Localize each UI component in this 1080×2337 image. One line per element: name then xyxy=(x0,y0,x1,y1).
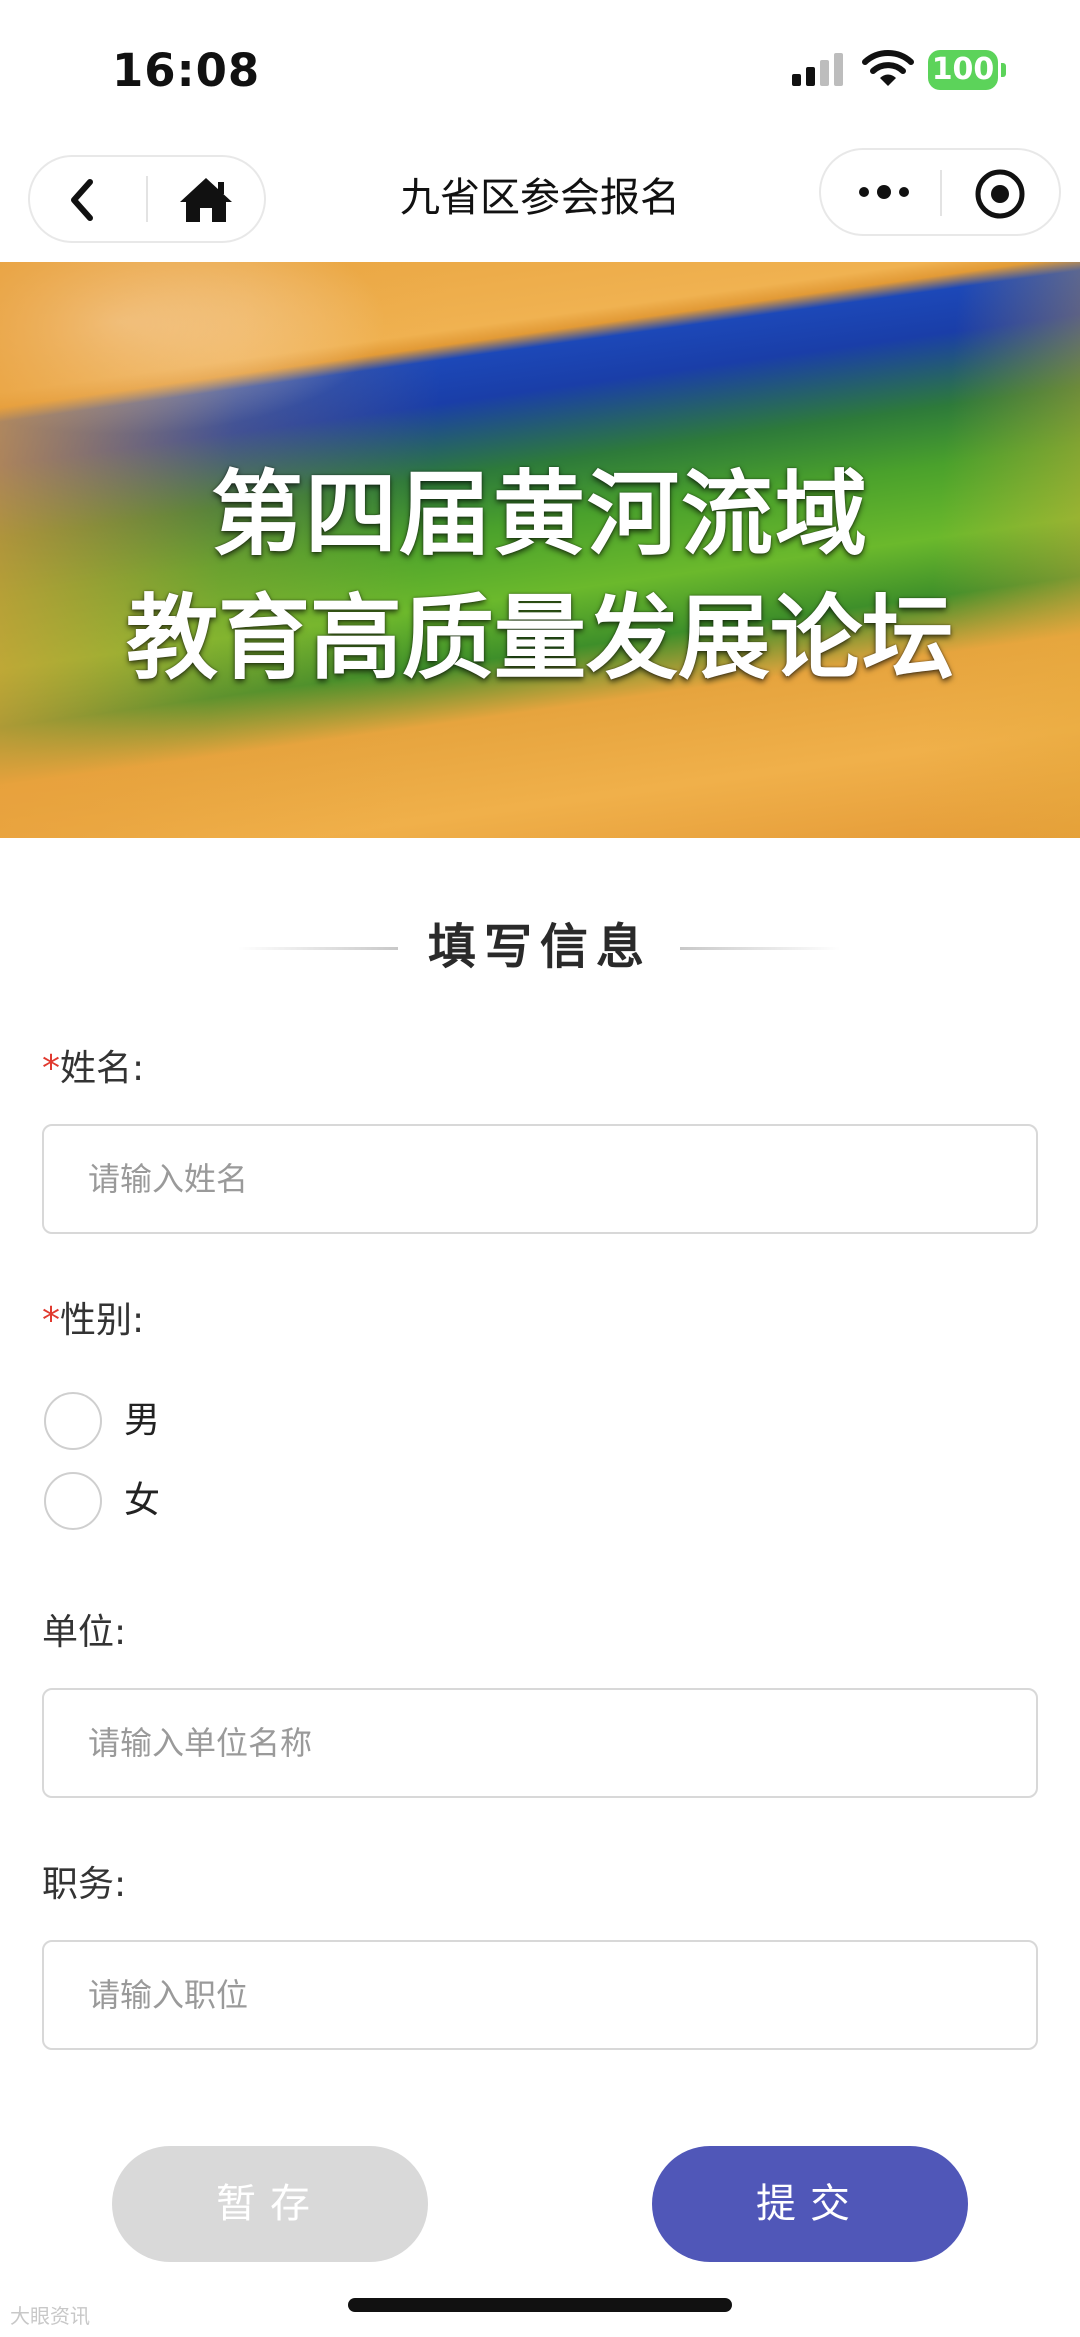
required-mark: * xyxy=(42,1048,60,1089)
heading-divider-left xyxy=(238,947,398,950)
page-title: 九省区参会报名 xyxy=(400,175,680,221)
home-indicator xyxy=(348,2298,732,2312)
nav-divider xyxy=(940,170,942,216)
unit-input[interactable] xyxy=(42,1688,1038,1798)
gender-label: *性别: xyxy=(42,1296,144,1346)
banner-title-line1: 第四届黄河流域 xyxy=(210,460,869,568)
gender-option-label: 男 xyxy=(124,1400,161,1441)
unit-label: 单位: xyxy=(42,1612,127,1653)
save-draft-button[interactable]: 暂存 xyxy=(112,2146,428,2262)
name-label: *姓名: xyxy=(42,1044,144,1094)
wifi-icon xyxy=(862,50,914,86)
nav-divider xyxy=(146,176,148,222)
section-title: 填写信息 xyxy=(427,919,652,975)
position-label: 职务: xyxy=(42,1864,127,1905)
home-icon[interactable] xyxy=(176,170,236,230)
status-bar: 16:08 100 xyxy=(0,0,1080,140)
section-heading: 填写信息 xyxy=(0,912,1080,982)
banner-title-line2: 教育高质量发展论坛 xyxy=(125,584,954,692)
battery-tip xyxy=(1001,63,1006,77)
gender-label-text: 性别: xyxy=(60,1300,145,1341)
name-input[interactable] xyxy=(42,1124,1038,1234)
event-banner: 第四届黄河流域 教育高质量发展论坛 xyxy=(0,262,1080,838)
back-arrow-icon[interactable] xyxy=(54,170,114,230)
battery-indicator: 100 xyxy=(928,50,998,90)
submit-button[interactable]: 提交 xyxy=(652,2146,968,2262)
gender-option-label: 女 xyxy=(124,1480,161,1521)
watermark: 大眼资讯 xyxy=(10,2304,90,2328)
target-icon[interactable] xyxy=(970,164,1030,224)
status-time: 16:08 xyxy=(112,44,261,97)
more-dots-icon[interactable] xyxy=(852,166,916,218)
radio-circle[interactable] xyxy=(44,1472,102,1530)
radio-circle[interactable] xyxy=(44,1392,102,1450)
required-mark: * xyxy=(42,1300,60,1341)
position-input[interactable] xyxy=(42,1940,1038,2050)
name-label-text: 姓名: xyxy=(60,1048,145,1089)
signal-icon xyxy=(792,53,843,86)
heading-divider-right xyxy=(680,947,840,950)
